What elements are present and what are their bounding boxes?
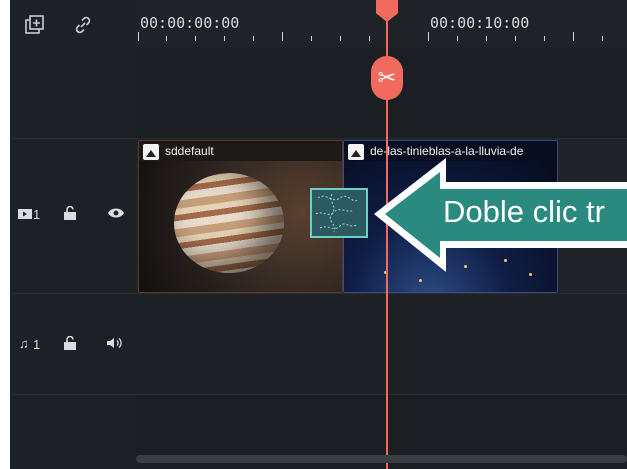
city-light (419, 279, 422, 282)
jupiter-image (174, 173, 284, 273)
track-number: 1 (33, 207, 41, 222)
ruler-tick (166, 36, 167, 41)
add-track-icon[interactable] (24, 14, 46, 36)
ruler-tick (573, 32, 574, 41)
annotation-text: Doble clic tr (443, 194, 605, 229)
ruler-tick (369, 36, 370, 41)
track-header-column (10, 0, 136, 469)
video-track-icon (18, 208, 32, 223)
transition-block[interactable] (310, 188, 368, 238)
speaker-icon[interactable] (107, 337, 123, 352)
unlock-icon[interactable] (64, 205, 76, 223)
audio-track-header: ♫ 1 (10, 335, 136, 356)
horizontal-scrollbar[interactable] (136, 455, 627, 463)
clip-header: sddefault (139, 141, 342, 161)
ruler-tick (195, 36, 196, 41)
ruler-tick (138, 32, 139, 41)
ruler-tick (253, 36, 254, 41)
divider (10, 293, 627, 294)
scissors-icon[interactable]: ✂ (371, 56, 403, 100)
ruler-tick (282, 32, 283, 41)
video-track-header: 1 (10, 205, 136, 226)
divider (10, 138, 627, 139)
audio-track-1[interactable] (136, 294, 627, 394)
ruler-tick (515, 36, 516, 41)
timecode-label: 00:00:10:00 (430, 14, 530, 32)
ruler-tick (224, 36, 225, 41)
timeline-panel: 00:00:00:00 00:00:10:00 1 ♫ 1 sddefault … (10, 0, 627, 469)
track-number: 1 (33, 337, 41, 352)
image-icon (348, 144, 364, 160)
ruler-tick (457, 36, 458, 41)
ruler-tick (544, 36, 545, 41)
unlock-icon[interactable] (64, 335, 76, 353)
ruler-tick (602, 36, 603, 41)
eye-icon[interactable] (108, 207, 124, 222)
link-icon[interactable] (72, 14, 94, 36)
ruler-tick (428, 32, 429, 41)
ruler-tick (311, 36, 312, 41)
transition-pattern-icon (315, 193, 359, 233)
clip-name: sddefault (165, 144, 214, 158)
ruler-tick (486, 36, 487, 41)
timecode-label: 00:00:00:00 (140, 14, 240, 32)
image-icon (143, 144, 159, 160)
divider (10, 394, 627, 395)
music-note-icon: ♫ (19, 336, 29, 351)
ruler-tick (340, 36, 341, 41)
